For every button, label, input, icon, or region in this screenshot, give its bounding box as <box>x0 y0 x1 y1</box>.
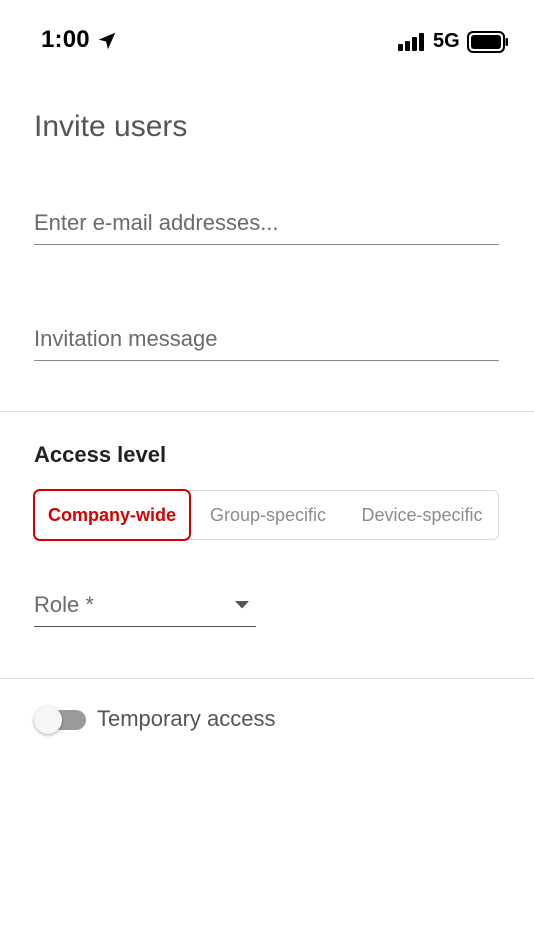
email-field[interactable] <box>34 202 499 245</box>
toggle-knob <box>34 706 62 734</box>
status-time: 1:00 <box>41 26 90 53</box>
battery-icon <box>467 31 508 53</box>
role-select[interactable]: Role * <box>34 582 256 627</box>
access-level-heading: Access level <box>34 442 167 467</box>
invitation-message-field[interactable] <box>34 318 499 361</box>
temporary-access-toggle[interactable] <box>34 706 88 734</box>
segment-device-specific[interactable]: Device-specific <box>345 491 499 539</box>
dropdown-arrow-icon <box>235 601 249 609</box>
network-label: 5G <box>433 30 460 52</box>
page-title: Invite users <box>34 110 188 143</box>
invitation-message-input[interactable] <box>34 326 499 352</box>
signal-bars-icon <box>398 33 424 51</box>
access-level-segmented-control: Company-wide Group-specific Device-speci… <box>33 489 499 541</box>
role-label: Role * <box>34 592 94 617</box>
email-input[interactable] <box>34 210 499 236</box>
status-bar: 1:00 5G <box>0 0 534 86</box>
section-divider <box>0 678 534 679</box>
section-divider <box>0 411 534 412</box>
segment-group-specific[interactable]: Group-specific <box>191 491 345 539</box>
temporary-access-label: Temporary access <box>97 706 276 731</box>
segment-company-wide[interactable]: Company-wide <box>33 489 191 541</box>
location-arrow-icon <box>98 32 116 50</box>
